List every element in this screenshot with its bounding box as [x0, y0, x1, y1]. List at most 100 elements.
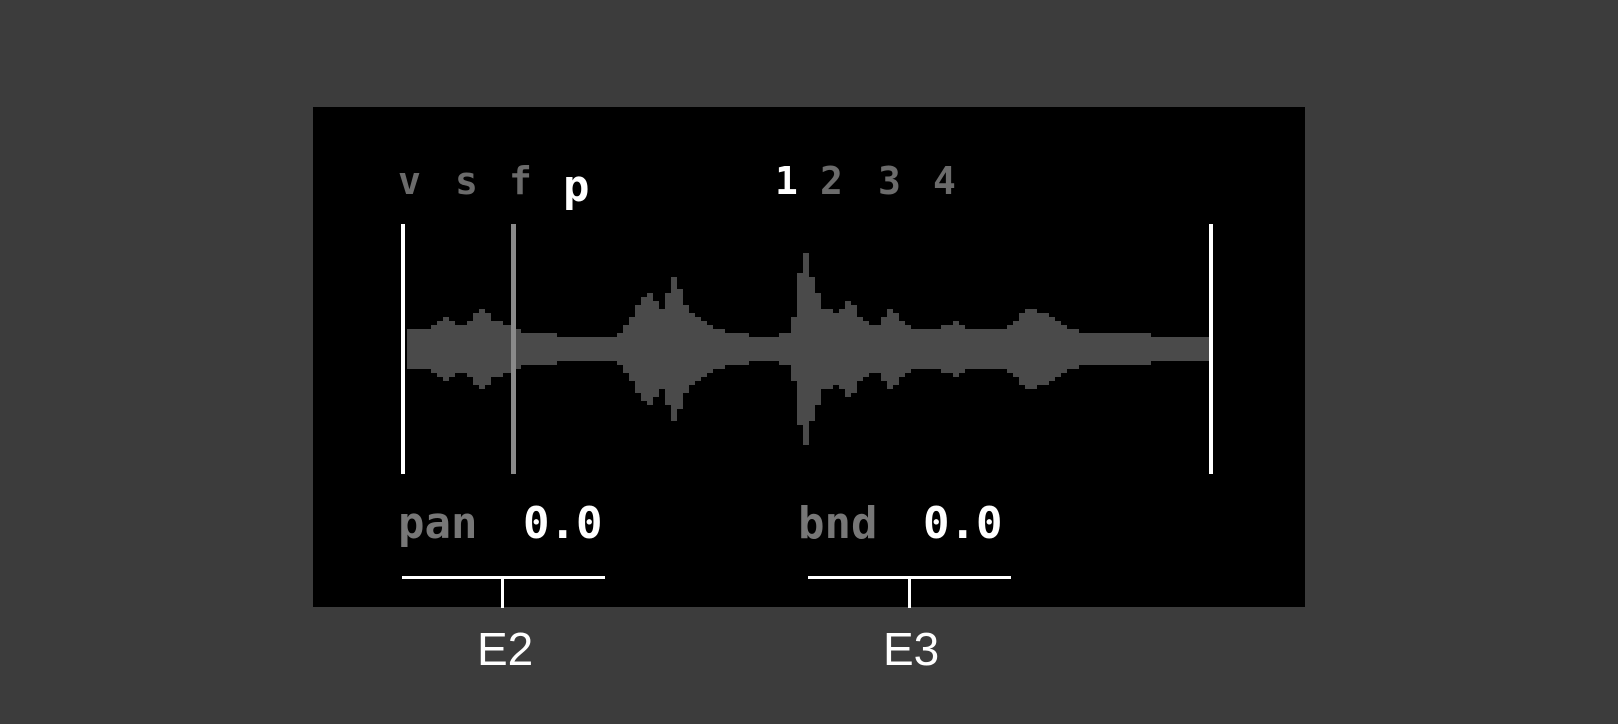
waveform-bar	[1103, 333, 1109, 365]
waveform-bar	[767, 337, 773, 361]
waveform-bar	[1007, 325, 1013, 373]
waveform-bar	[521, 333, 527, 365]
waveform-bar	[1061, 325, 1067, 373]
waveform-bar	[887, 309, 893, 389]
waveform-bar	[899, 321, 905, 377]
waveform-bar	[647, 293, 653, 405]
playhead	[511, 224, 516, 474]
waveform-bar	[539, 333, 545, 365]
waveform-bar	[1145, 333, 1151, 365]
encoder-stem-e2	[501, 576, 504, 608]
waveform-bar	[905, 325, 911, 373]
waveform-bar	[1175, 337, 1181, 361]
device-screen: v s f p 1 2 3 4 pan 0.0 bnd 0.0	[313, 107, 1305, 607]
waveform-bar	[437, 321, 443, 377]
waveform-bar	[773, 337, 779, 361]
encoder-label-e3: E3	[883, 623, 940, 675]
waveform-bar	[1043, 313, 1049, 385]
waveform-bar	[1187, 337, 1193, 361]
encoder-stem-e3	[908, 576, 911, 608]
waveform-bar	[713, 329, 719, 369]
waveform-bar	[989, 329, 995, 369]
param-left-label: pan	[398, 498, 478, 549]
waveform-bar	[545, 333, 551, 365]
waveform-bar	[659, 309, 665, 389]
waveform-bar	[1133, 333, 1139, 365]
waveform-bar	[917, 329, 923, 369]
waveform-bar	[461, 325, 467, 373]
waveform-bar	[863, 321, 869, 377]
waveform-bar	[425, 329, 431, 369]
waveform-bar	[779, 333, 785, 365]
waveform-bar	[623, 325, 629, 373]
waveform-bar	[701, 321, 707, 377]
waveform-bar	[707, 325, 713, 373]
waveform-bar	[755, 337, 761, 361]
waveform-bar	[1025, 309, 1031, 389]
waveform-bar	[479, 309, 485, 389]
waveform-bar	[1115, 333, 1121, 365]
param-right-label: bnd	[798, 498, 878, 549]
waveform-bar	[947, 325, 953, 373]
waveform-bar	[929, 329, 935, 369]
waveform-bar	[869, 325, 875, 373]
loop-end-marker[interactable]	[1209, 224, 1213, 474]
waveform-bar	[683, 305, 689, 393]
waveform-bar	[1127, 333, 1133, 365]
waveform-bar	[941, 325, 947, 373]
waveform-bar	[413, 329, 419, 369]
waveform-bar	[641, 297, 647, 401]
waveform-bar	[1091, 333, 1097, 365]
waveform-bar	[1109, 333, 1115, 365]
waveform-bar	[1151, 337, 1157, 361]
waveform-bar	[743, 333, 749, 365]
waveform-bar	[1139, 333, 1145, 365]
waveform-bar	[1037, 313, 1043, 385]
waveform-bar	[443, 317, 449, 381]
waveform-bar	[1079, 333, 1085, 365]
waveform-bar	[695, 317, 701, 381]
encoder-label-e2: E2	[477, 623, 534, 675]
waveform-bar	[419, 329, 425, 369]
waveform-bar	[833, 313, 839, 385]
waveform-bar	[503, 325, 509, 373]
waveform-bar	[1055, 321, 1061, 377]
waveform-bar	[689, 313, 695, 385]
waveform-bar	[809, 277, 815, 421]
waveform-bar	[1013, 321, 1019, 377]
waveform-bar	[791, 317, 797, 381]
waveform-bar	[569, 337, 575, 361]
waveform-bar	[737, 333, 743, 365]
waveform-bar	[1169, 337, 1175, 361]
waveform-bar	[581, 337, 587, 361]
param-right-value: 0.0	[923, 498, 1003, 549]
waveform-bar	[959, 325, 965, 373]
waveform-bar	[599, 337, 605, 361]
waveform-bar	[533, 333, 539, 365]
waveform-bar	[935, 329, 941, 369]
waveform-bar	[665, 293, 671, 405]
waveform-bar	[431, 325, 437, 373]
waveform-bar	[575, 337, 581, 361]
loop-start-marker[interactable]	[401, 224, 405, 474]
waveform-bar	[965, 329, 971, 369]
waveform-bar	[1031, 309, 1037, 389]
waveform-bar	[875, 325, 881, 373]
waveform-bar	[1073, 329, 1079, 369]
waveform-bar	[719, 329, 725, 369]
waveform-bar	[1067, 329, 1073, 369]
waveform-bar	[761, 337, 767, 361]
waveform-bar	[551, 333, 557, 365]
waveform-bar	[995, 329, 1001, 369]
waveform-bar	[1001, 329, 1007, 369]
waveform-bar	[593, 337, 599, 361]
waveform-bar	[473, 313, 479, 385]
waveform-bar	[1199, 337, 1205, 361]
waveform-bar	[893, 313, 899, 385]
waveform-bar	[725, 333, 731, 365]
waveform-bar	[449, 321, 455, 377]
waveform-bar	[605, 337, 611, 361]
waveform-bars	[407, 253, 1211, 445]
waveform-bar	[923, 329, 929, 369]
waveform-bar	[971, 329, 977, 369]
